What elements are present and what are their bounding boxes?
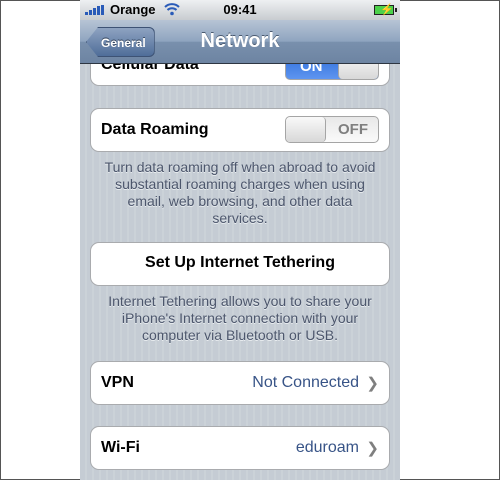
cellular-data-row: Cellular Data ON [90,64,390,86]
phone-screen: Orange 09:41 ⚡ General Network Cellular … [80,0,400,480]
chevron-right-icon: ❯ [366,375,379,392]
toggle-state-label: OFF [338,121,368,138]
battery-charging-icon: ⚡ [374,4,397,16]
chevron-right-icon: ❯ [366,440,379,457]
cellular-data-label: Cellular Data [101,64,199,73]
data-roaming-toggle[interactable]: OFF [285,116,379,143]
internet-tethering-button[interactable]: Set Up Internet Tethering [90,242,390,286]
data-roaming-row: Data Roaming OFF [90,108,390,152]
data-roaming-note: Turn data roaming off when abroad to avo… [104,159,376,226]
settings-list[interactable]: Cellular Data ON Data Roaming OFF Turn d… [80,64,400,480]
internet-tethering-note: Internet Tethering allows you to share y… [108,293,372,343]
toggle-knob [286,117,326,142]
toggle-knob [338,64,378,79]
status-time: 09:41 [223,2,257,17]
vpn-status-value: Not Connected [252,374,359,391]
cellular-data-toggle[interactable]: ON [285,64,379,80]
status-bar: Orange 09:41 ⚡ [80,0,400,20]
wifi-network-value: eduroam [295,439,359,456]
internet-tethering-label: Set Up Internet Tethering [145,254,335,271]
data-roaming-label: Data Roaming [101,121,209,138]
toggle-state-label: ON [300,64,323,75]
wifi-label: Wi-Fi [101,439,140,456]
wifi-row[interactable]: Wi-Fi eduroam ❯ [90,426,390,470]
vpn-row[interactable]: VPN Not Connected ❯ [90,361,390,405]
navigation-bar: General Network [80,20,400,64]
page-title: Network [200,30,280,52]
vpn-label: VPN [101,374,134,391]
